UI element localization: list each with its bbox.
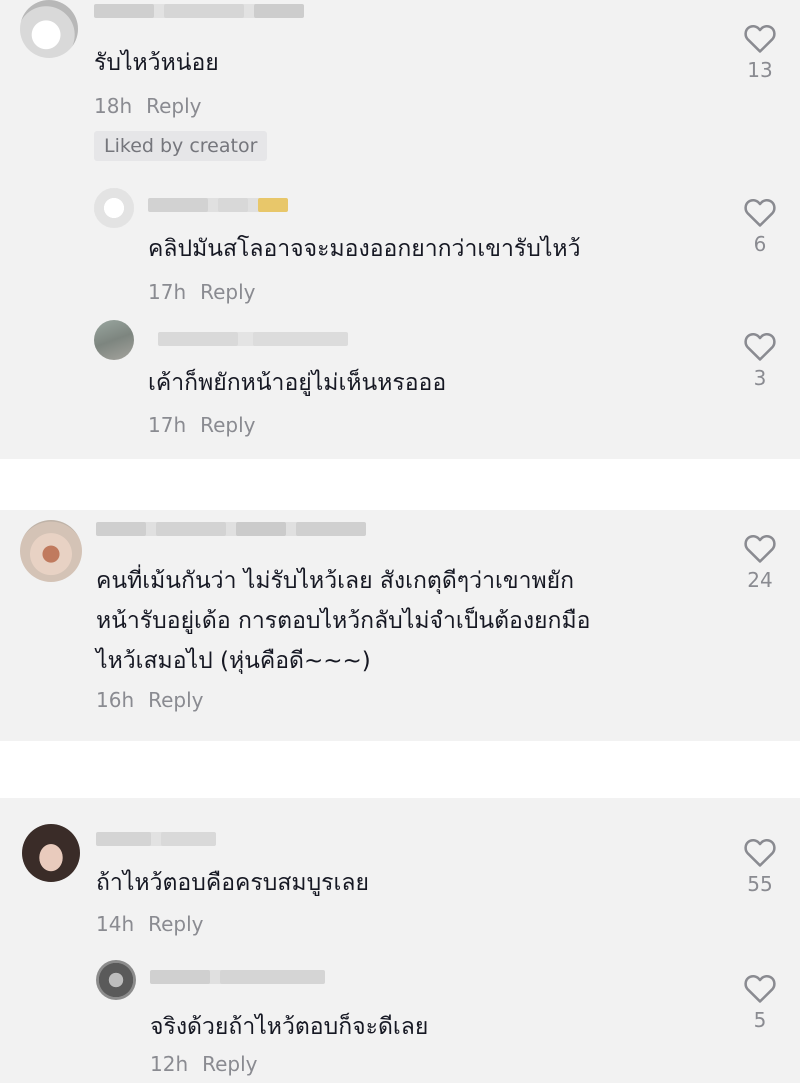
avatar[interactable] (20, 0, 78, 58)
username-blurred[interactable] (94, 4, 304, 18)
comment-thread: รับไหว้หน่อย 18h Reply Liked by creator 1… (0, 0, 800, 459)
like-count: 5 (753, 1008, 767, 1032)
like-button[interactable]: 13 (735, 22, 785, 82)
avatar[interactable] (20, 520, 82, 582)
username-blurred[interactable] (158, 332, 348, 346)
like-count: 55 (747, 872, 773, 896)
reply-button[interactable]: Reply (146, 94, 201, 118)
heart-outline-icon (744, 24, 776, 53)
reply-text: เค้าก็พยักหน้าอยู่ไม่เห็นหรอออ (148, 370, 447, 396)
timestamp: 12h (150, 1052, 189, 1076)
reply-meta: 17h Reply (148, 280, 256, 304)
timestamp: 18h (94, 94, 133, 118)
timestamp: 17h (148, 280, 187, 304)
reply-text: จริงด้วยถ้าไหว้ตอบก็จะดีเลย (150, 1014, 429, 1040)
like-button[interactable]: 55 (735, 836, 785, 896)
heart-outline-icon (744, 198, 776, 227)
avatar[interactable] (94, 188, 134, 228)
like-button[interactable]: 5 (735, 972, 785, 1032)
comment-meta: 18h Reply (94, 94, 202, 118)
avatar[interactable] (94, 320, 134, 360)
comment-text: รับไหว้หน่อย (94, 50, 219, 76)
like-button[interactable]: 24 (735, 532, 785, 592)
comment-thread: คนที่เม้นกันว่า ไม่รับไหว้เลย สังเกตุดีๆ… (0, 510, 800, 741)
like-count: 6 (753, 232, 767, 256)
liked-by-creator-badge: Liked by creator (94, 131, 268, 161)
separator (0, 459, 800, 510)
reply-text: คลิปมันสโลอาจจะมองออกยากว่าเขารับไหว้ (148, 236, 581, 262)
like-count: 24 (747, 568, 773, 592)
comment-text: ถ้าไหว้ตอบคือครบสมบูรเลย (96, 870, 369, 896)
heart-outline-icon (744, 974, 776, 1003)
heart-outline-icon (744, 332, 776, 361)
timestamp: 16h (96, 688, 135, 712)
username-blurred[interactable] (96, 832, 216, 846)
comment-text-line: ไหว้เสมอไป (หุ่นคือดี~~~) (96, 648, 371, 674)
avatar[interactable] (96, 960, 136, 1000)
like-button[interactable]: 3 (735, 330, 785, 390)
separator (0, 741, 800, 798)
comment-thread: ถ้าไหว้ตอบคือครบสมบูรเลย 14h Reply 55 จริ… (0, 798, 800, 1083)
comment-text-line: คนที่เม้นกันว่า ไม่รับไหว้เลย สังเกตุดีๆ… (96, 568, 575, 594)
like-count: 13 (747, 58, 773, 82)
reply-button[interactable]: Reply (148, 912, 203, 936)
reply-button[interactable]: Reply (202, 1052, 257, 1076)
avatar[interactable] (22, 824, 80, 882)
timestamp: 17h (148, 413, 187, 437)
heart-outline-icon (744, 534, 776, 563)
heart-outline-icon (744, 838, 776, 867)
like-count: 3 (753, 366, 767, 390)
reply-meta: 17h Reply (148, 413, 256, 437)
username-blurred[interactable] (148, 198, 288, 212)
reply-button[interactable]: Reply (200, 413, 255, 437)
username-blurred[interactable] (150, 970, 325, 984)
comment-meta: 16h Reply (96, 688, 204, 712)
comment-meta: 14h Reply (96, 912, 204, 936)
username-blurred[interactable] (96, 522, 366, 536)
reply-meta: 12h Reply (150, 1052, 258, 1076)
comment-text-line: หน้ารับอยู่เด้อ การตอบไหว้กลับไม่จำเป็นต… (96, 608, 591, 634)
timestamp: 14h (96, 912, 135, 936)
like-button[interactable]: 6 (735, 196, 785, 256)
reply-button[interactable]: Reply (148, 688, 203, 712)
reply-button[interactable]: Reply (200, 280, 255, 304)
